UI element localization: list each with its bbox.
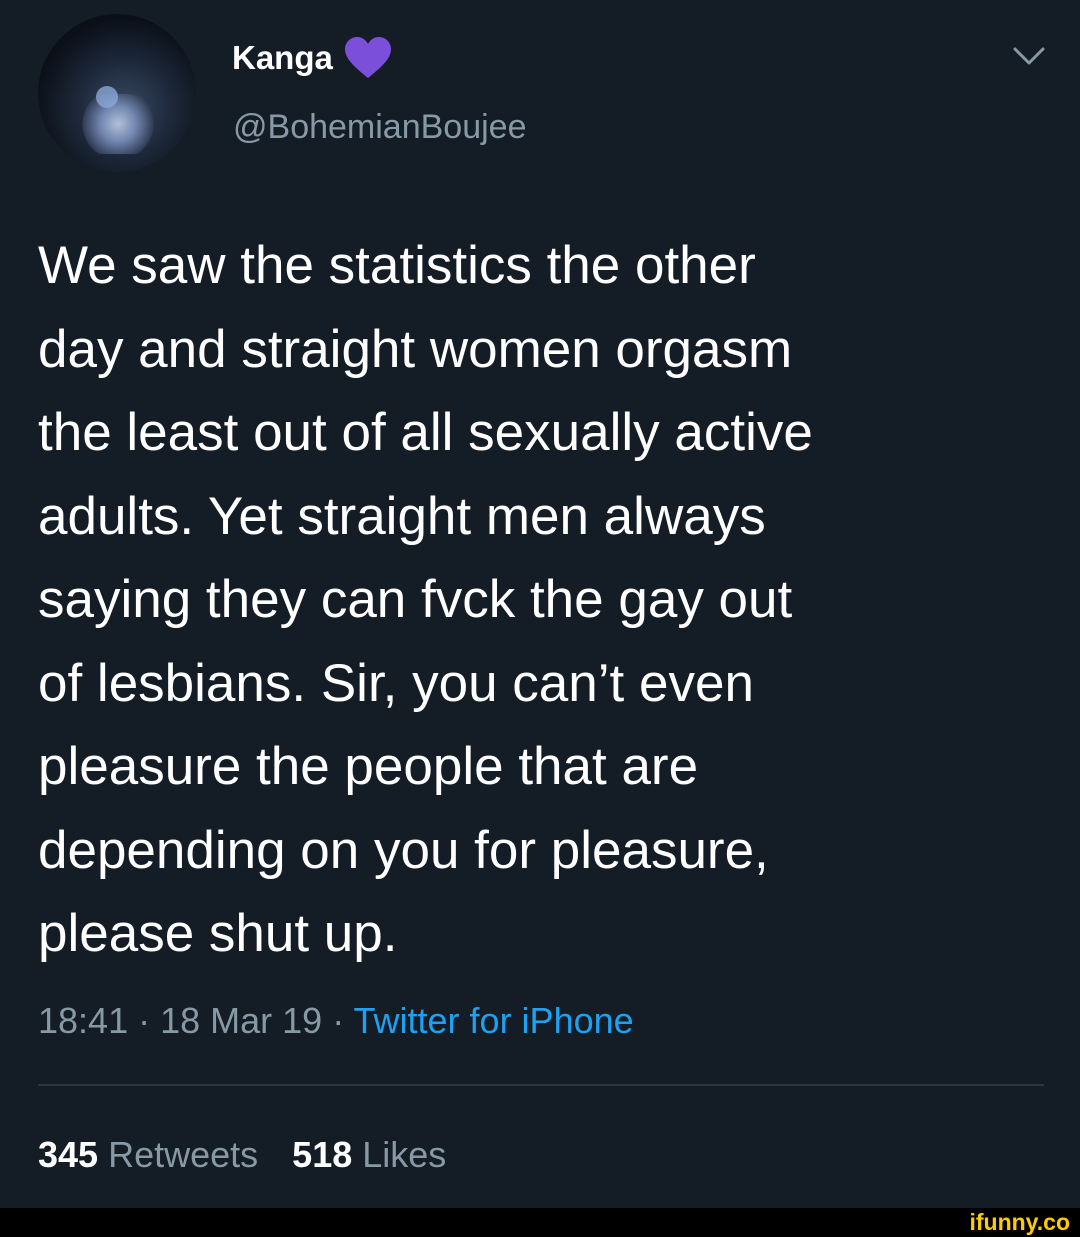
tweet-stats: 345 Retweets 518 Likes (38, 1134, 446, 1176)
tweet-card: Kanga @BohemianBoujee We saw the statist… (0, 0, 1080, 1208)
ifunny-watermark: ifunny.co (969, 1209, 1070, 1235)
author-name-row: Kanga (232, 36, 393, 80)
purple-heart-icon (344, 37, 391, 78)
avatar-head (96, 86, 118, 108)
chevron-down-icon[interactable] (1012, 44, 1046, 68)
retweets-count: 345 (38, 1134, 99, 1175)
meta-separator: · (128, 1000, 161, 1041)
avatar-figure (78, 94, 158, 154)
display-name[interactable]: Kanga (232, 39, 333, 77)
divider (38, 1084, 1044, 1086)
avatar[interactable] (38, 14, 196, 172)
likes-label: Likes (362, 1134, 447, 1175)
tweet-time: 18:41 (38, 1000, 129, 1041)
tweet-date[interactable]: 18 Mar 19 (160, 1000, 322, 1041)
user-handle[interactable]: @BohemianBoujee (233, 108, 526, 147)
retweets-stat[interactable]: 345 Retweets (38, 1134, 258, 1175)
likes-count: 518 (292, 1134, 353, 1175)
retweets-label: Retweets (108, 1134, 259, 1175)
tweet-meta: 18:41 · 18 Mar 19 · Twitter for iPhone (38, 1000, 634, 1042)
meta-separator: · (322, 1000, 354, 1041)
likes-stat[interactable]: 518 Likes (292, 1134, 446, 1175)
tweet-source-link[interactable]: Twitter for iPhone (354, 1000, 634, 1041)
tweet-text: We saw the statistics the other day and … (38, 236, 813, 963)
footer-bar (0, 1208, 1080, 1237)
